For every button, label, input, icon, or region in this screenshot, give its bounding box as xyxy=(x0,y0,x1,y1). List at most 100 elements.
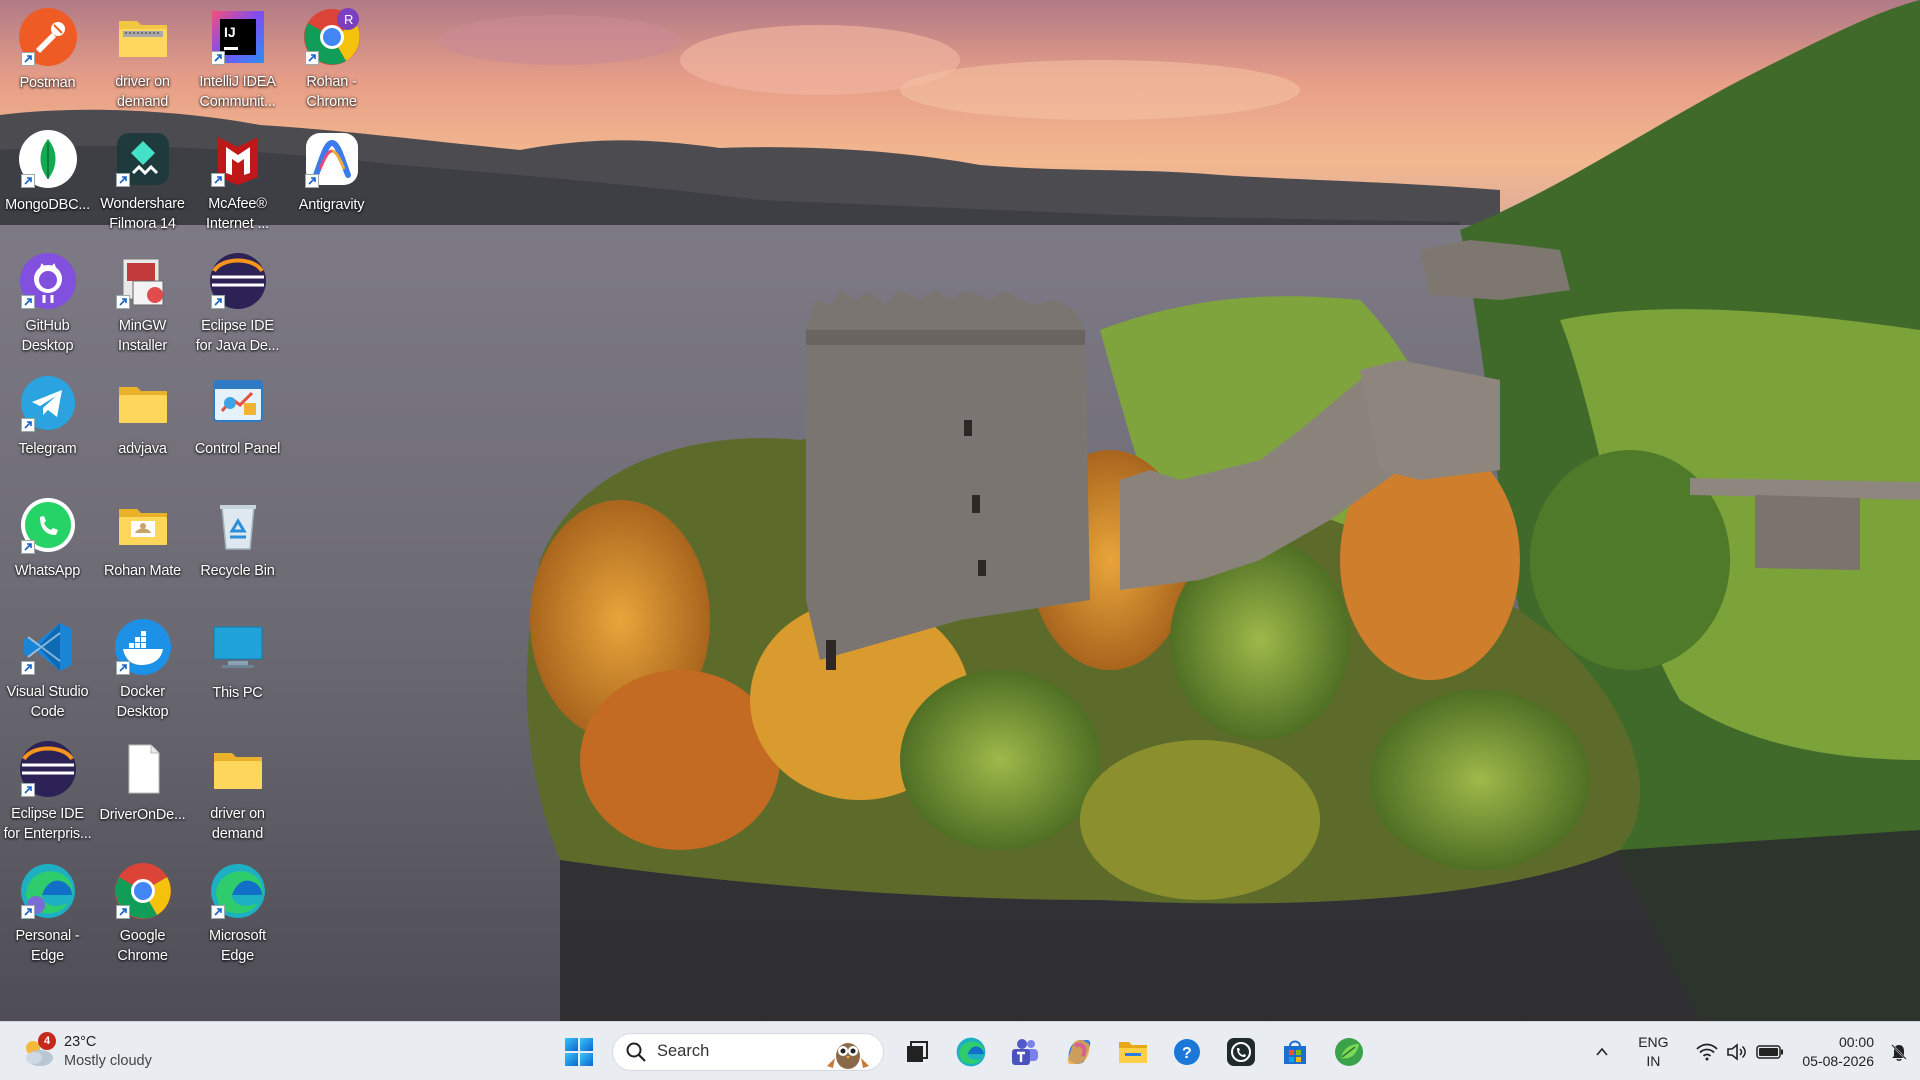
taskbar-get-help[interactable]: ? xyxy=(1162,1027,1212,1077)
desktop-icon-mingw-installer[interactable]: MinGW Installer xyxy=(95,244,190,356)
desktop-icon-intellij[interactable]: IJ IntelliJ IDEA Communit... xyxy=(190,0,285,112)
chrome-icon xyxy=(112,860,174,921)
desktop-icon-personal-edge[interactable]: Personal - Edge xyxy=(0,854,95,966)
user-folder-icon xyxy=(112,494,174,556)
desktop-icon-control-panel[interactable]: Control Panel xyxy=(190,366,285,478)
shortcut-arrow-icon xyxy=(115,173,130,188)
start-button[interactable] xyxy=(554,1027,604,1077)
desktop-icon-label: driver on demand xyxy=(210,806,265,843)
desktop-icon-driver-on-demand-zip[interactable]: driver on demand xyxy=(95,0,190,112)
taskbar-whatsapp[interactable] xyxy=(1216,1027,1266,1077)
taskbar-teams[interactable] xyxy=(1000,1027,1050,1077)
taskbar-edge[interactable] xyxy=(946,1027,996,1077)
zip-folder-icon xyxy=(112,6,174,67)
windows-start-icon xyxy=(565,1037,593,1066)
svg-text:?: ? xyxy=(1182,1045,1192,1062)
language-code: ENG xyxy=(1638,1033,1669,1050)
shortcut-arrow-icon xyxy=(20,905,35,920)
desktop-icon-eclipse-enterprise[interactable]: Eclipse IDE for Enterpris... xyxy=(0,732,95,844)
desktop-icon-label: Personal - Edge xyxy=(15,928,80,965)
edge-icon xyxy=(207,860,269,921)
edge-icon xyxy=(956,1037,986,1066)
taskbar-microsoft-store[interactable] xyxy=(1270,1027,1320,1077)
vscode-icon xyxy=(17,616,79,677)
whatsapp-icon xyxy=(17,494,79,556)
antigravity-icon xyxy=(301,128,363,190)
desktop-icon-driver-on-demand-folder[interactable]: driver on demand xyxy=(190,732,285,844)
shortcut-arrow-icon xyxy=(304,51,319,66)
shortcut-arrow-icon xyxy=(210,295,225,310)
intellij-icon: IJ xyxy=(207,6,269,67)
show-hidden-icons-button[interactable] xyxy=(1584,1032,1620,1072)
shortcut-arrow-icon xyxy=(115,295,130,310)
desktop-icon-label: Telegram xyxy=(18,441,77,457)
desktop-icon-filmora[interactable]: Wondershare Filmora 14 xyxy=(95,122,190,234)
taskbar-search-box[interactable]: Search xyxy=(612,1032,884,1071)
teams-icon xyxy=(1012,1038,1038,1065)
chevron-up-icon xyxy=(1596,1047,1608,1056)
wifi-icon xyxy=(1696,1043,1719,1060)
taskbar-task-view[interactable] xyxy=(892,1027,942,1077)
shortcut-arrow-icon xyxy=(20,661,35,676)
shortcut-arrow-icon xyxy=(20,174,35,188)
recycle-bin-icon xyxy=(207,494,269,556)
desktop-icon-label: Eclipse IDE for Java De... xyxy=(195,318,280,355)
weather-temperature: 23°C xyxy=(64,1034,97,1050)
input-language-indicator[interactable]: ENG IN xyxy=(1628,1033,1678,1071)
search-icon xyxy=(626,1042,646,1062)
system-tray: ENG IN 00:00 05-08-2026 xyxy=(1584,1022,1920,1080)
weather-widget[interactable]: 4 23°C Mostly cloudy xyxy=(20,1030,170,1074)
taskbar-green-app[interactable] xyxy=(1324,1027,1374,1077)
desktop-icon-eclipse-java[interactable]: Eclipse IDE for Java De... xyxy=(190,244,285,356)
github-desktop-icon xyxy=(17,250,79,311)
desktop-icon-vscode[interactable]: Visual Studio Code xyxy=(0,610,95,722)
desktop-icon-antigravity[interactable]: Antigravity xyxy=(284,122,379,234)
shortcut-arrow-icon xyxy=(20,783,35,798)
desktop-icon-rohan-mate[interactable]: Rohan Mate xyxy=(95,488,190,600)
desktop-icon-label: IntelliJ IDEA Communit... xyxy=(199,74,276,111)
desktop-icon-docker[interactable]: Docker Desktop xyxy=(95,610,190,722)
quick-settings-button[interactable] xyxy=(1692,1032,1788,1072)
green-leaf-app-icon xyxy=(1335,1037,1363,1066)
desktop-icon-postman[interactable]: Postman xyxy=(0,0,95,112)
desktop-icon-label: GitHub Desktop xyxy=(21,318,74,355)
desktop-icon-label: Rohan Mate xyxy=(104,563,181,579)
desktop-icon-mcafee[interactable]: McAfee® Internet ... xyxy=(190,122,285,234)
desktop-icon-label: MongoDBC... xyxy=(5,197,90,213)
battery-icon xyxy=(1756,1044,1784,1059)
desktop-icon-telegram[interactable]: Telegram xyxy=(0,366,95,478)
desktop-icon-google-chrome[interactable]: Google Chrome xyxy=(95,854,190,966)
clock-date-text: 05-08-2026 xyxy=(1802,1052,1874,1069)
taskbar-file-explorer[interactable] xyxy=(1108,1027,1158,1077)
desktop-icon-label: driver on demand xyxy=(115,74,170,111)
mingw-installer-icon xyxy=(112,250,174,311)
file-explorer-icon xyxy=(1119,1041,1147,1063)
shortcut-arrow-icon xyxy=(115,905,130,920)
desktop-icon-label: Control Panel xyxy=(194,441,281,457)
desktop-icon-rohan-chrome[interactable]: R Rohan - Chrome xyxy=(284,0,379,112)
desktop-icon-mongodb-compass[interactable]: MongoDBC... xyxy=(0,122,95,234)
desktop-icon-whatsapp[interactable]: WhatsApp xyxy=(0,488,95,600)
desktop-icon-recycle-bin[interactable]: Recycle Bin xyxy=(190,488,285,600)
search-highlight-owl-icon xyxy=(827,1042,869,1069)
desktop-icon-github-desktop[interactable]: GitHub Desktop xyxy=(0,244,95,356)
desktop-icon-label: Wondershare Filmora 14 xyxy=(100,196,185,233)
taskbar-copilot[interactable] xyxy=(1054,1027,1104,1077)
desktop-icon-advjava[interactable]: advjava xyxy=(95,366,190,478)
weather-alert-badge: 4 xyxy=(38,1032,56,1050)
desktop-icon-label: WhatsApp xyxy=(14,563,81,579)
chrome-profile-icon: R xyxy=(301,6,363,67)
clock-date[interactable]: 00:00 05-08-2026 xyxy=(1802,1033,1874,1071)
shortcut-arrow-icon xyxy=(20,540,35,554)
desktop-icon-label: advjava xyxy=(118,441,167,457)
desktop-icon-label: DriverOnDe... xyxy=(99,807,186,823)
postman-icon xyxy=(17,6,79,68)
desktop-icon-driverondemand-file[interactable]: DriverOnDe... xyxy=(95,732,190,844)
notification-center-button[interactable] xyxy=(1884,1032,1914,1072)
desktop-icon-label: This PC xyxy=(212,685,263,701)
desktop-icon-label: Rohan - Chrome xyxy=(306,74,357,111)
desktop-icon-area: Postman MongoDBC... GitHub Desktop Teleg… xyxy=(0,0,1920,1021)
telegram-icon xyxy=(17,372,79,434)
desktop-icon-this-pc[interactable]: This PC xyxy=(190,610,285,722)
desktop-icon-microsoft-edge[interactable]: Microsoft Edge xyxy=(190,854,285,966)
